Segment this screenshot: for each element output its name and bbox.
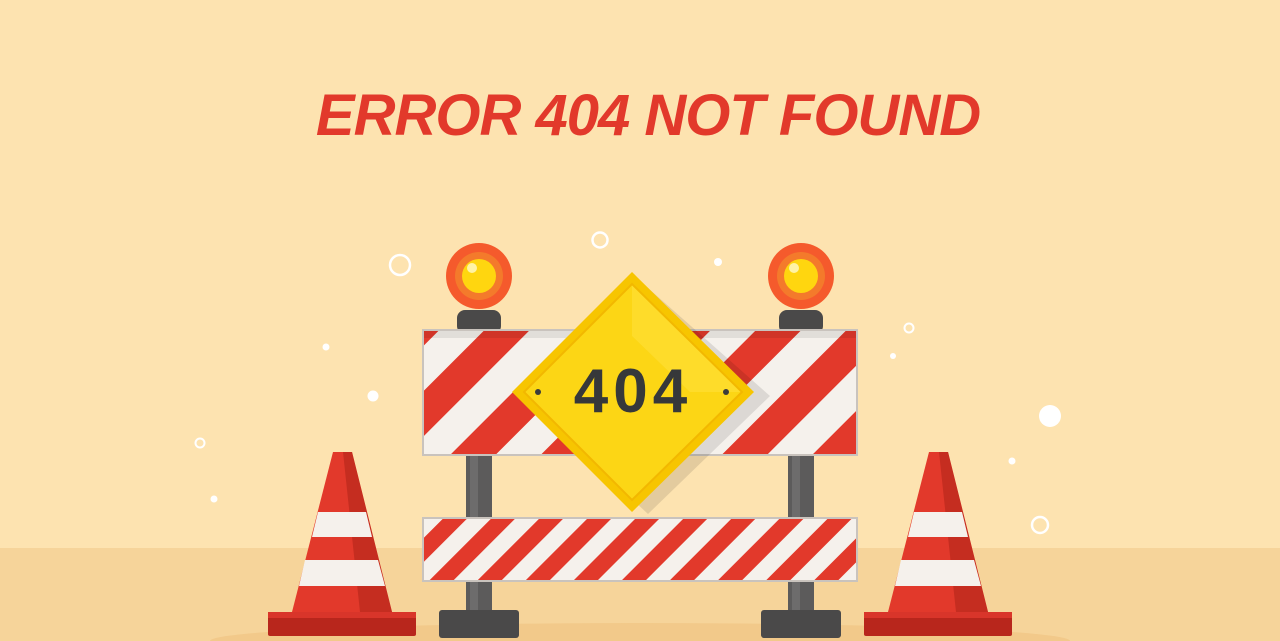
bubble-icon	[1008, 457, 1016, 465]
barrier-foot-left	[439, 610, 519, 638]
warning-light-icon	[446, 243, 512, 309]
warning-light-icon	[768, 243, 834, 309]
sign-404-text: 404	[574, 357, 692, 426]
error-404-illustration: ERROR 404 NOT FOUND 404	[0, 0, 1280, 641]
bubble-icon	[322, 343, 330, 351]
bubble-icon	[890, 353, 896, 359]
bubble-icon	[714, 258, 722, 266]
barrier-foot-right	[761, 610, 841, 638]
bubble-icon	[367, 390, 379, 402]
page-title: ERROR 404 NOT FOUND	[316, 83, 980, 148]
bubble-icon	[210, 495, 218, 503]
bubble-icon	[1039, 405, 1061, 427]
